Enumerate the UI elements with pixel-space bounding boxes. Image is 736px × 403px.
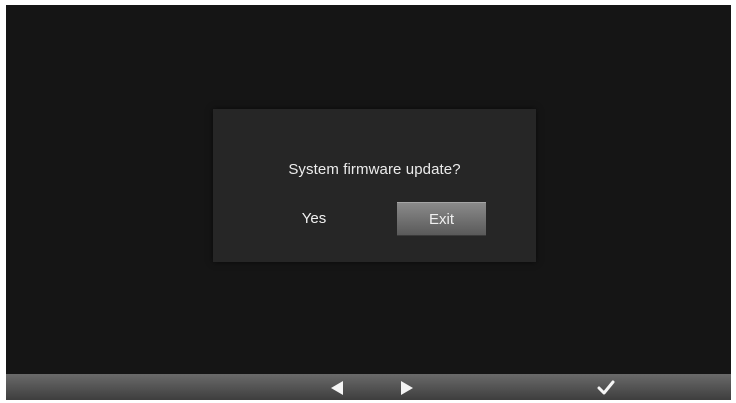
right-arrow-icon[interactable] <box>397 379 417 397</box>
firmware-update-dialog: System firmware update? Yes Exit <box>213 109 536 262</box>
left-arrow-icon[interactable] <box>327 379 347 397</box>
checkmark-icon[interactable] <box>596 379 616 397</box>
device-screen: System firmware update? Yes Exit <box>6 5 731 400</box>
dialog-question: System firmware update? <box>288 161 461 178</box>
bottom-nav-bar <box>6 374 731 400</box>
yes-button[interactable]: Yes <box>279 202 349 236</box>
exit-button[interactable]: Exit <box>397 202 486 236</box>
